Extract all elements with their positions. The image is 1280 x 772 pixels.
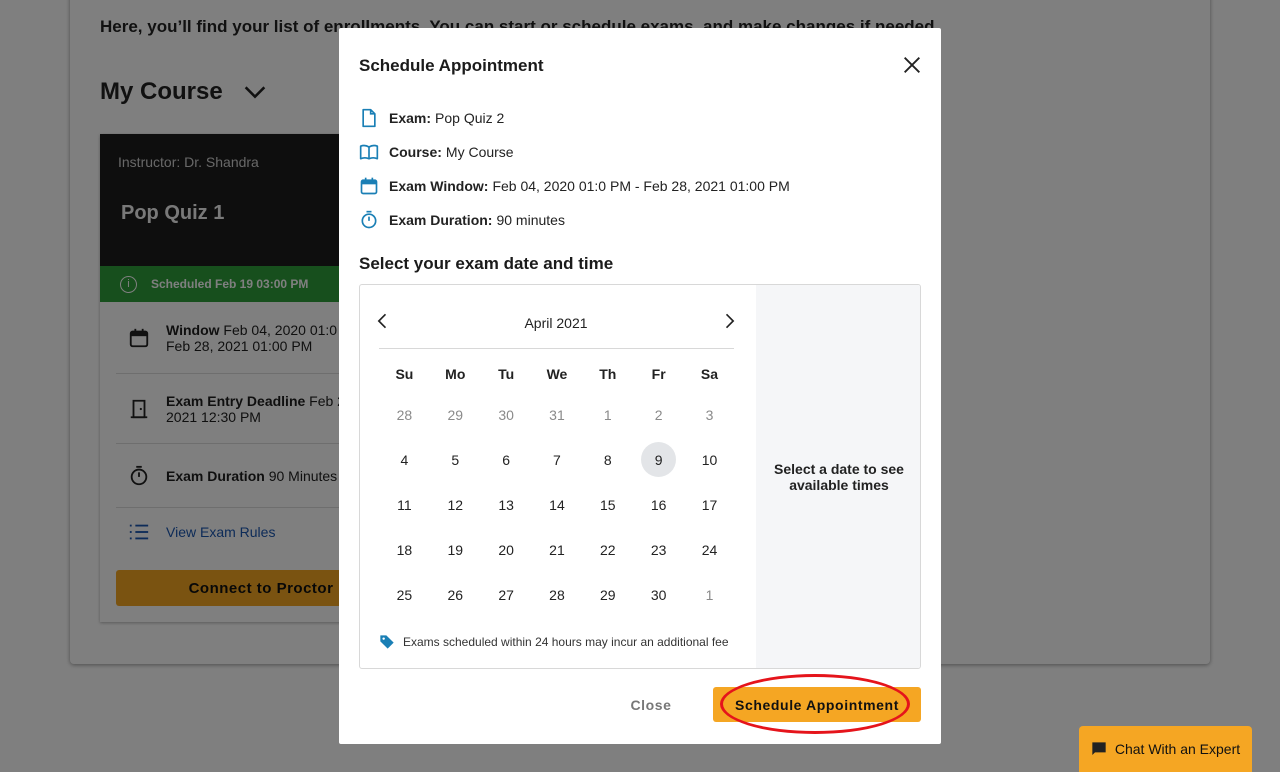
fee-note: Exams scheduled within 24 hours may incu… bbox=[379, 634, 729, 650]
calendar-day[interactable]: 6 bbox=[481, 437, 532, 482]
calendar-day[interactable]: 30 bbox=[633, 572, 684, 617]
chat-with-expert-button[interactable]: Chat With an Expert bbox=[1079, 726, 1252, 772]
weekday-label: We bbox=[546, 366, 568, 382]
exam-info-list: Exam: Pop Quiz 2 Course: My Course Exam … bbox=[359, 101, 790, 237]
calendar-day[interactable]: 14 bbox=[532, 482, 583, 527]
calendar-day: 1 bbox=[705, 586, 714, 603]
calendar: April 2021 Su Mo Tu We Th Fr Sa 28 29 30… bbox=[360, 285, 756, 668]
calendar-day: 29 bbox=[447, 406, 464, 423]
course-label: Course: bbox=[389, 144, 442, 160]
calendar-day[interactable]: 15 bbox=[582, 482, 633, 527]
calendar-day[interactable]: 24 bbox=[684, 527, 735, 572]
calendar-day[interactable]: 26 bbox=[430, 572, 481, 617]
calendar-day[interactable]: 12 bbox=[430, 482, 481, 527]
course-value: My Course bbox=[445, 144, 514, 160]
weekday-label: Tu bbox=[498, 366, 515, 382]
duration-info-item: Exam Duration: 90 minutes bbox=[359, 203, 790, 237]
calendar-day: 3 bbox=[705, 406, 714, 423]
calendar-day[interactable]: 10 bbox=[684, 437, 735, 482]
calendar-day[interactable]: 17 bbox=[684, 482, 735, 527]
calendar-day[interactable]: 21 bbox=[532, 527, 583, 572]
schedule-appointment-button[interactable]: Schedule Appointment bbox=[713, 687, 921, 722]
calendar-divider bbox=[379, 348, 734, 349]
calendar-day[interactable]: 11 bbox=[379, 482, 430, 527]
tag-icon bbox=[380, 635, 394, 649]
calendar-grid: Su Mo Tu We Th Fr Sa 28 29 30 31 1 2 3 4… bbox=[379, 356, 735, 617]
calendar-day[interactable]: 25 bbox=[379, 572, 430, 617]
fee-note-text: Exams scheduled within 24 hours may incu… bbox=[403, 635, 729, 649]
exam-duration-label: Exam Duration: bbox=[389, 212, 493, 228]
date-time-picker: April 2021 Su Mo Tu We Th Fr Sa 28 29 30… bbox=[359, 284, 921, 669]
exam-label: Exam: bbox=[389, 110, 432, 126]
calendar-day: 31 bbox=[549, 406, 565, 423]
document-icon bbox=[362, 108, 376, 128]
exam-window-label: Exam Window: bbox=[389, 178, 489, 194]
calendar-day: 2 bbox=[654, 406, 663, 423]
calendar-day[interactable]: 22 bbox=[582, 527, 633, 572]
course-info-item: Course: My Course bbox=[359, 135, 790, 169]
calendar-month: April 2021 bbox=[524, 315, 588, 331]
weekday-label: Mo bbox=[445, 366, 466, 382]
book-icon bbox=[359, 144, 379, 160]
weekday-label: Sa bbox=[700, 366, 719, 382]
calendar-day[interactable]: 27 bbox=[481, 572, 532, 617]
weekday-label: Fr bbox=[651, 366, 666, 382]
available-times-panel: Select a date to see available times bbox=[756, 285, 920, 668]
close-icon[interactable] bbox=[901, 54, 923, 76]
chat-icon bbox=[1092, 742, 1106, 755]
calendar-day[interactable]: 29 bbox=[582, 572, 633, 617]
chevron-right-icon[interactable] bbox=[719, 311, 739, 331]
calendar-day: 30 bbox=[498, 406, 514, 423]
dialog-title: Schedule Appointment bbox=[359, 56, 544, 75]
calendar-icon bbox=[360, 177, 378, 195]
calendar-day[interactable]: 13 bbox=[481, 482, 532, 527]
calendar-day[interactable]: 5 bbox=[430, 437, 481, 482]
weekday-label: Th bbox=[599, 366, 617, 382]
calendar-day[interactable]: 8 bbox=[582, 437, 633, 482]
calendar-day[interactable]: 23 bbox=[633, 527, 684, 572]
date-time-section-title: Select your exam date and time bbox=[359, 254, 614, 273]
calendar-day[interactable]: 20 bbox=[481, 527, 532, 572]
calendar-day[interactable]: 7 bbox=[532, 437, 583, 482]
exam-window-value: Feb 04, 2020 01:0 PM - Feb 28, 2021 01:0… bbox=[492, 178, 790, 194]
calendar-day[interactable]: 19 bbox=[430, 527, 481, 572]
calendar-day[interactable]: 18 bbox=[379, 527, 430, 572]
calendar-day: 28 bbox=[396, 406, 413, 423]
calendar-day-selected[interactable]: 9 bbox=[633, 437, 684, 482]
calendar-day[interactable]: 16 bbox=[633, 482, 684, 527]
calendar-day: 1 bbox=[603, 406, 612, 423]
schedule-appointment-dialog: Schedule Appointment Exam: Pop Quiz 2 Co… bbox=[339, 28, 941, 744]
weekday-label: Su bbox=[395, 366, 414, 382]
calendar-day[interactable]: 28 bbox=[532, 572, 583, 617]
chat-label: Chat With an Expert bbox=[1114, 741, 1241, 757]
times-placeholder: Select a date to see available times bbox=[774, 460, 904, 493]
exam-duration-value: 90 minutes bbox=[496, 212, 565, 228]
exam-info-item: Exam: Pop Quiz 2 bbox=[359, 101, 790, 135]
window-info-item: Exam Window: Feb 04, 2020 01:0 PM - Feb … bbox=[359, 169, 790, 203]
stopwatch-icon bbox=[361, 210, 377, 229]
close-button[interactable]: Close bbox=[611, 694, 691, 716]
calendar-day[interactable]: 4 bbox=[379, 437, 430, 482]
exam-value: Pop Quiz 2 bbox=[435, 110, 505, 126]
